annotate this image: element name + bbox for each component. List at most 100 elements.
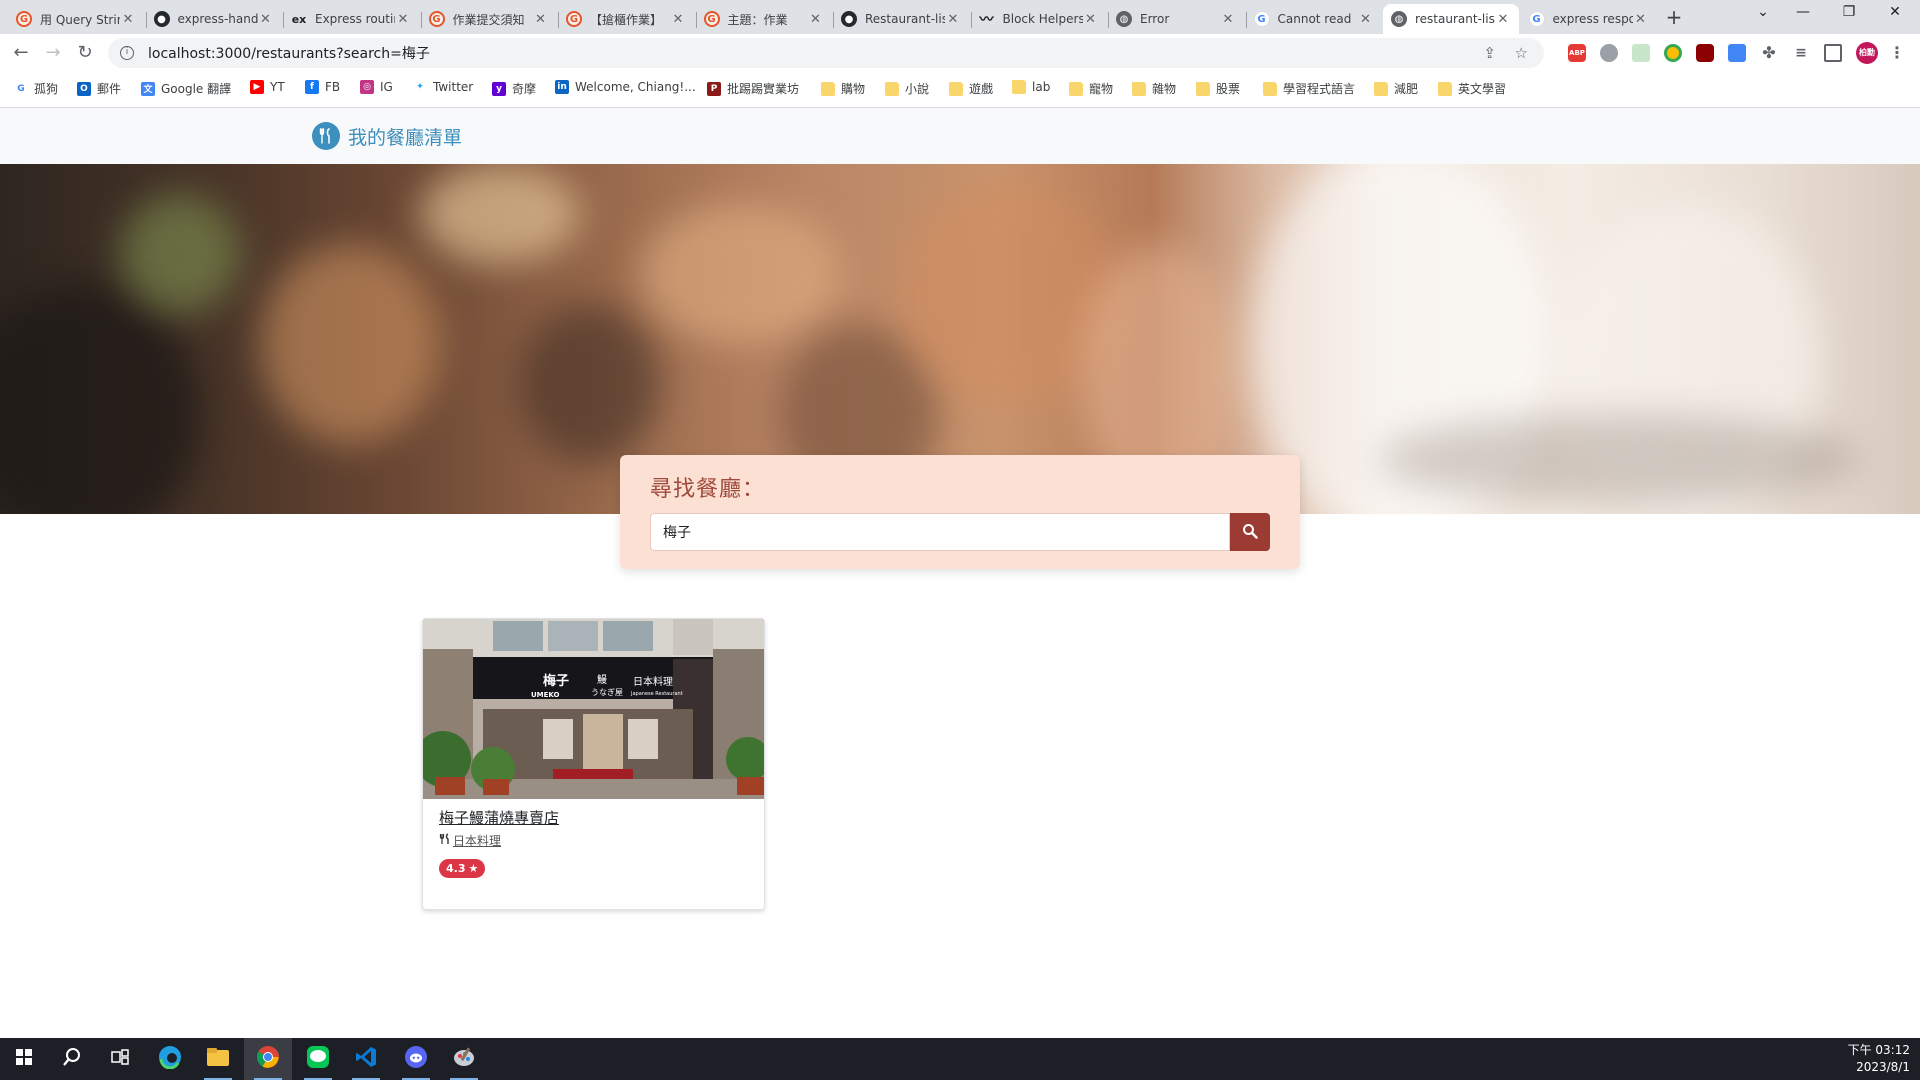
folder-icon — [1069, 81, 1083, 96]
close-tab-icon[interactable]: ✕ — [945, 12, 961, 27]
bookmark-label: 郵件 — [97, 82, 122, 96]
bookmark-item[interactable]: ◎ IG — [360, 80, 393, 94]
taskbar-search-button[interactable] — [48, 1038, 96, 1080]
taskbar-file-explorer[interactable] — [194, 1038, 242, 1080]
close-tab-icon[interactable]: ✕ — [670, 12, 686, 27]
close-tab-icon[interactable]: ✕ — [258, 12, 274, 27]
bookmark-label: 學習程式語言 — [1283, 82, 1356, 96]
bookmark-item[interactable]: ▶ YT — [250, 80, 285, 94]
close-tab-icon[interactable]: ✕ — [395, 12, 411, 27]
profile-avatar[interactable]: 柏勳 — [1856, 42, 1878, 64]
close-tab-icon[interactable]: ✕ — [533, 12, 549, 27]
extension-circle-icon[interactable] — [1664, 44, 1682, 62]
site-info-icon[interactable]: i — [120, 46, 134, 60]
bookmark-label: Google 翻譯 — [161, 82, 232, 96]
extension-sheet-icon[interactable] — [1632, 44, 1650, 62]
bookmark-item[interactable]: 寵物 — [1069, 80, 1113, 97]
bookmark-item[interactable]: 英文學習 — [1438, 80, 1506, 97]
browser-tab[interactable]: 〰 Block Helpers ✕ — [970, 4, 1107, 34]
bookmark-item[interactable]: lab — [1012, 80, 1050, 94]
instagram-icon: ◎ — [360, 80, 374, 94]
bookmark-item[interactable]: y 奇摩 — [492, 80, 536, 97]
close-tab-icon[interactable]: ✕ — [1220, 12, 1236, 27]
forward-button[interactable]: → — [41, 42, 65, 66]
bookmark-item[interactable]: in Welcome, Chiang!... — [555, 80, 696, 94]
taskbar-discord[interactable] — [392, 1038, 440, 1080]
close-tab-icon[interactable]: ✕ — [808, 12, 824, 27]
menu-kebab-icon[interactable]: ⋮ — [1888, 44, 1906, 62]
bookmark-item[interactable]: 減肥 — [1374, 80, 1418, 97]
browser-tab[interactable]: ◍ restaurant-list ✕ — [1383, 4, 1519, 34]
globe-icon: ◍ — [1116, 11, 1132, 27]
bookmark-item[interactable]: ✦ Twitter — [413, 80, 473, 94]
bookmark-item[interactable]: O 郵件 — [77, 80, 121, 97]
close-tab-icon[interactable]: ✕ — [120, 12, 136, 27]
browser-tab[interactable]: G 主題：作業 ✕ — [695, 4, 832, 34]
media-queue-icon[interactable]: ≡ — [1792, 44, 1810, 62]
task-view-button[interactable] — [96, 1038, 144, 1080]
bookmark-item[interactable]: P 批踢踢實業坊 — [707, 80, 799, 97]
bookmark-label: 英文學習 — [1458, 82, 1507, 96]
extension-globe-icon[interactable] — [1600, 44, 1618, 62]
bookmark-star-icon[interactable]: ☆ — [1515, 44, 1528, 62]
url-text[interactable]: localhost:3000/restaurants?search=梅子 — [148, 43, 430, 63]
bookmark-label: IG — [380, 80, 393, 94]
browser-tab[interactable]: ◍ Error ✕ — [1108, 4, 1244, 34]
close-tab-icon[interactable]: ✕ — [1358, 12, 1374, 27]
search-input[interactable] — [650, 513, 1230, 551]
search-button[interactable] — [1230, 513, 1270, 551]
start-button[interactable] — [0, 1038, 48, 1080]
bookmark-item[interactable]: 文 Google 翻譯 — [141, 80, 231, 97]
browser-tab[interactable]: G 【搶櫃作業】 ✕ — [558, 4, 694, 34]
address-bar[interactable]: i localhost:3000/restaurants?search=梅子 ⇪… — [108, 38, 1544, 68]
new-tab-button[interactable]: + — [1662, 6, 1686, 30]
google-icon: G — [14, 81, 28, 96]
minimize-button[interactable]: — — [1780, 4, 1826, 20]
bookmark-item[interactable]: G 孤狗 — [14, 80, 58, 97]
ublock-icon[interactable] — [1696, 44, 1714, 62]
extensions-puzzle-icon[interactable]: ✤ — [1760, 44, 1778, 62]
translate-extension-icon[interactable] — [1728, 44, 1746, 62]
taskbar-line[interactable] — [294, 1038, 342, 1080]
adblock-icon[interactable]: ABP — [1568, 44, 1586, 62]
close-tab-icon[interactable]: ✕ — [1633, 12, 1649, 27]
browser-tab[interactable]: ex Express routing✕ — [283, 4, 419, 34]
back-button[interactable]: ← — [9, 42, 33, 66]
bookmark-item[interactable]: 購物 — [821, 80, 865, 97]
browser-tab[interactable]: Gexpress response✕ — [1521, 4, 1657, 34]
close-window-button[interactable]: ✕ — [1872, 4, 1918, 20]
bookmark-item[interactable]: 小說 — [885, 80, 929, 97]
browser-tab[interactable]: G 用 Query String✕ — [8, 4, 144, 34]
browser-tab[interactable]: G 作業提交須知 ✕ — [420, 4, 557, 34]
translate-icon: 文 — [141, 81, 155, 96]
bookmark-label: 孤狗 — [34, 82, 59, 96]
bookmark-label: 雜物 — [1152, 82, 1177, 96]
restore-button[interactable]: ❐ — [1826, 4, 1872, 20]
brand-title[interactable]: 我的餐廳清單 — [348, 123, 462, 150]
brand-link[interactable]: 我的餐廳清單 — [312, 122, 462, 150]
bookmark-item[interactable]: 學習程式語言 — [1263, 80, 1355, 97]
reload-button[interactable]: ↻ — [73, 42, 97, 66]
browser-toolbar: ← → ↻ i localhost:3000/restaurants?searc… — [0, 34, 1920, 72]
windows-icon — [16, 1049, 32, 1069]
restaurant-card[interactable]: 梅子 UMEKO 鰻 うなぎ屋 日本料理 Japanese Restaurant… — [422, 618, 765, 910]
bookmark-label: 購物 — [841, 82, 866, 96]
share-icon[interactable]: ⇪ — [1483, 44, 1496, 62]
taskbar-chrome[interactable] — [244, 1038, 292, 1080]
taskbar-edge[interactable] — [146, 1038, 194, 1080]
linkedin-icon: in — [555, 80, 569, 94]
browser-tab[interactable]: ● express-handlebars✕ — [145, 4, 282, 34]
close-tab-icon[interactable]: ✕ — [1083, 12, 1099, 27]
bookmark-item[interactable]: 遊戲 — [949, 80, 993, 97]
browser-tab[interactable]: G Cannot read ✕ — [1245, 4, 1382, 34]
taskbar-vscode[interactable] — [342, 1038, 390, 1080]
restaurant-name[interactable]: 梅子鰻蒲燒專賣店 — [439, 807, 749, 828]
bookmark-item[interactable]: 雜物 — [1132, 80, 1176, 97]
browser-tab[interactable]: ● Restaurant-list ✕ — [833, 4, 969, 34]
bookmark-item[interactable]: f FB — [305, 80, 340, 94]
taskbar-paint-app[interactable] — [440, 1038, 488, 1080]
side-panel-icon[interactable] — [1824, 44, 1842, 62]
system-clock[interactable]: 下午 03:12 2023/8/1 — [1848, 1042, 1910, 1076]
close-tab-icon[interactable]: ✕ — [1495, 12, 1511, 27]
bookmark-item[interactable]: 股票 — [1196, 80, 1240, 97]
